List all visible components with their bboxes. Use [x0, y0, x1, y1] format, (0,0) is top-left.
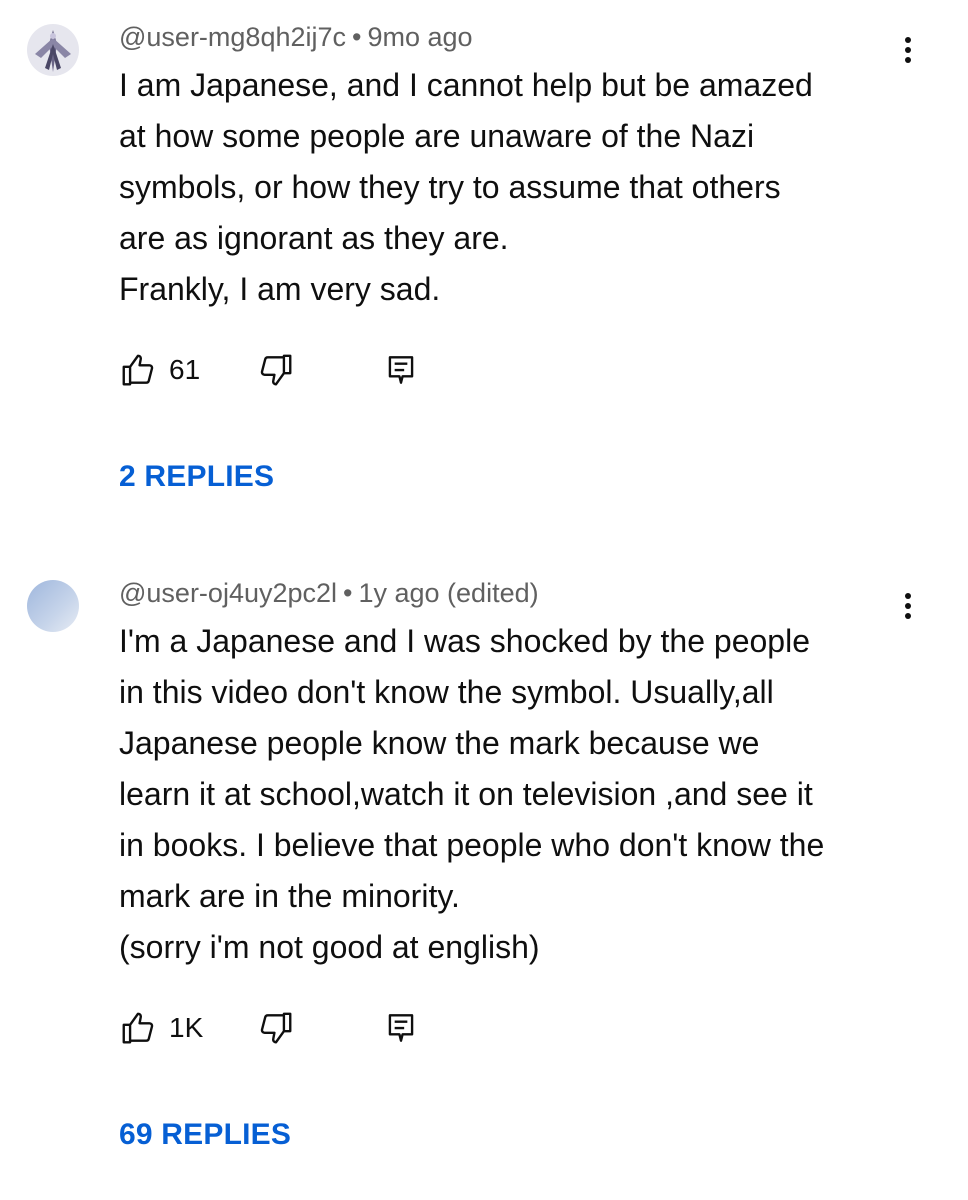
- like-button[interactable]: [119, 1008, 157, 1048]
- dislike-button[interactable]: [257, 1008, 295, 1048]
- comment-author[interactable]: @user-mg8qh2ij7c: [119, 22, 346, 52]
- comment-text: I am Japanese, and I cannot help but be …: [119, 60, 909, 315]
- comment-line: Frankly, I am very sad.: [119, 271, 441, 307]
- comment-line: at how some people are unaware of the Na…: [119, 118, 755, 154]
- avatar-image: [27, 24, 79, 76]
- like-count: 61: [169, 354, 201, 385]
- thumbs-up-icon: [122, 1012, 154, 1044]
- comment-meta: @user-mg8qh2ij7c • 9mo ago: [119, 22, 473, 53]
- like-button[interactable]: [119, 350, 157, 390]
- comment-author[interactable]: @user-oj4uy2pc2l: [119, 578, 337, 608]
- comment-line: in this video don't know the symbol. Usu…: [119, 674, 774, 710]
- comment-text: I'm a Japanese and I was shocked by the …: [119, 616, 909, 973]
- comment-line: I am Japanese, and I cannot help but be …: [119, 67, 813, 103]
- view-replies-button[interactable]: 69 REPLIES: [119, 1118, 291, 1152]
- comment-line: mark are in the minority.: [119, 878, 460, 914]
- comment-line: in books. I believe that people who don'…: [119, 827, 825, 863]
- meta-separator: •: [343, 578, 353, 608]
- comment-time[interactable]: 1y ago (edited): [358, 578, 538, 608]
- reply-button[interactable]: [382, 1008, 420, 1048]
- comment-meta: @user-oj4uy2pc2l • 1y ago (edited): [119, 578, 539, 609]
- comment-line: (sorry i'm not good at english): [119, 929, 540, 965]
- dislike-button[interactable]: [257, 350, 295, 390]
- like-count: 1K: [169, 1012, 204, 1043]
- thumbs-down-icon: [260, 1012, 292, 1044]
- thumbs-up-icon: [122, 354, 154, 386]
- view-replies-button[interactable]: 2 REPLIES: [119, 460, 274, 494]
- avatar[interactable]: [27, 24, 79, 76]
- comment-line: are as ignorant as they are.: [119, 220, 509, 256]
- comment-line: Japanese people know the mark because we: [119, 725, 760, 761]
- comment-line: I'm a Japanese and I was shocked by the …: [119, 623, 810, 659]
- comment-line: symbols, or how they try to assume that …: [119, 169, 781, 205]
- avatar[interactable]: [27, 580, 79, 632]
- avatar-image: [27, 580, 79, 632]
- reply-button[interactable]: [382, 350, 420, 390]
- thumbs-down-icon: [260, 354, 292, 386]
- meta-separator: •: [352, 22, 362, 52]
- comment-reply-icon: [388, 1014, 414, 1042]
- comment-line: learn it at school,watch it on televisio…: [119, 776, 813, 812]
- comment-time[interactable]: 9mo ago: [367, 22, 472, 52]
- comment-reply-icon: [388, 356, 414, 384]
